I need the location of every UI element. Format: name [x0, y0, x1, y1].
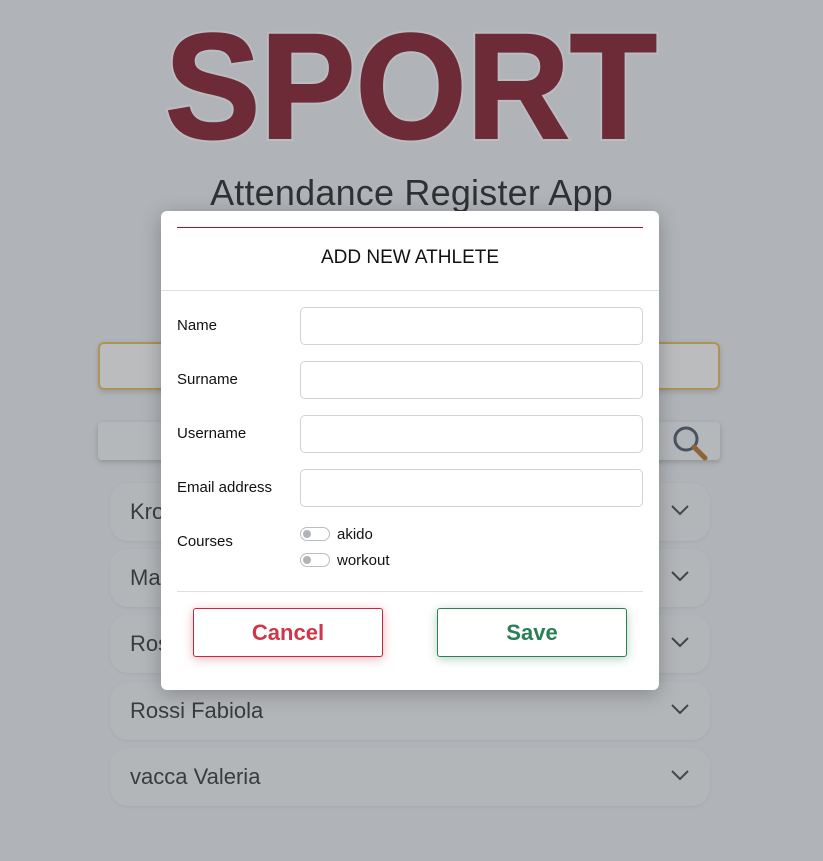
surname-field[interactable] — [300, 361, 643, 399]
save-button[interactable]: Save — [437, 608, 627, 657]
divider — [161, 290, 659, 291]
modal-accent-line — [177, 227, 643, 228]
modal-title: ADD NEW ATHLETE — [320, 247, 500, 268]
toggle-knob — [303, 530, 311, 538]
courses-label: Courses — [177, 533, 233, 550]
name-label: Name — [177, 317, 218, 334]
workout-toggle[interactable] — [300, 553, 330, 567]
toggle-knob — [303, 556, 311, 564]
workout-label: workout — [337, 552, 390, 569]
surname-label: Surname — [177, 371, 238, 388]
add-athlete-modal: ADD NEW ATHLETE Name Surname Username Em… — [161, 211, 659, 690]
cancel-button[interactable]: Cancel — [193, 608, 383, 657]
akido-label: akido — [337, 526, 373, 543]
username-label: Username — [177, 425, 247, 442]
akido-toggle[interactable] — [300, 527, 330, 541]
divider — [177, 591, 643, 592]
name-field[interactable] — [300, 307, 643, 345]
email-field[interactable] — [300, 469, 643, 507]
email-label: Email address — [177, 479, 273, 496]
username-field[interactable] — [300, 415, 643, 453]
